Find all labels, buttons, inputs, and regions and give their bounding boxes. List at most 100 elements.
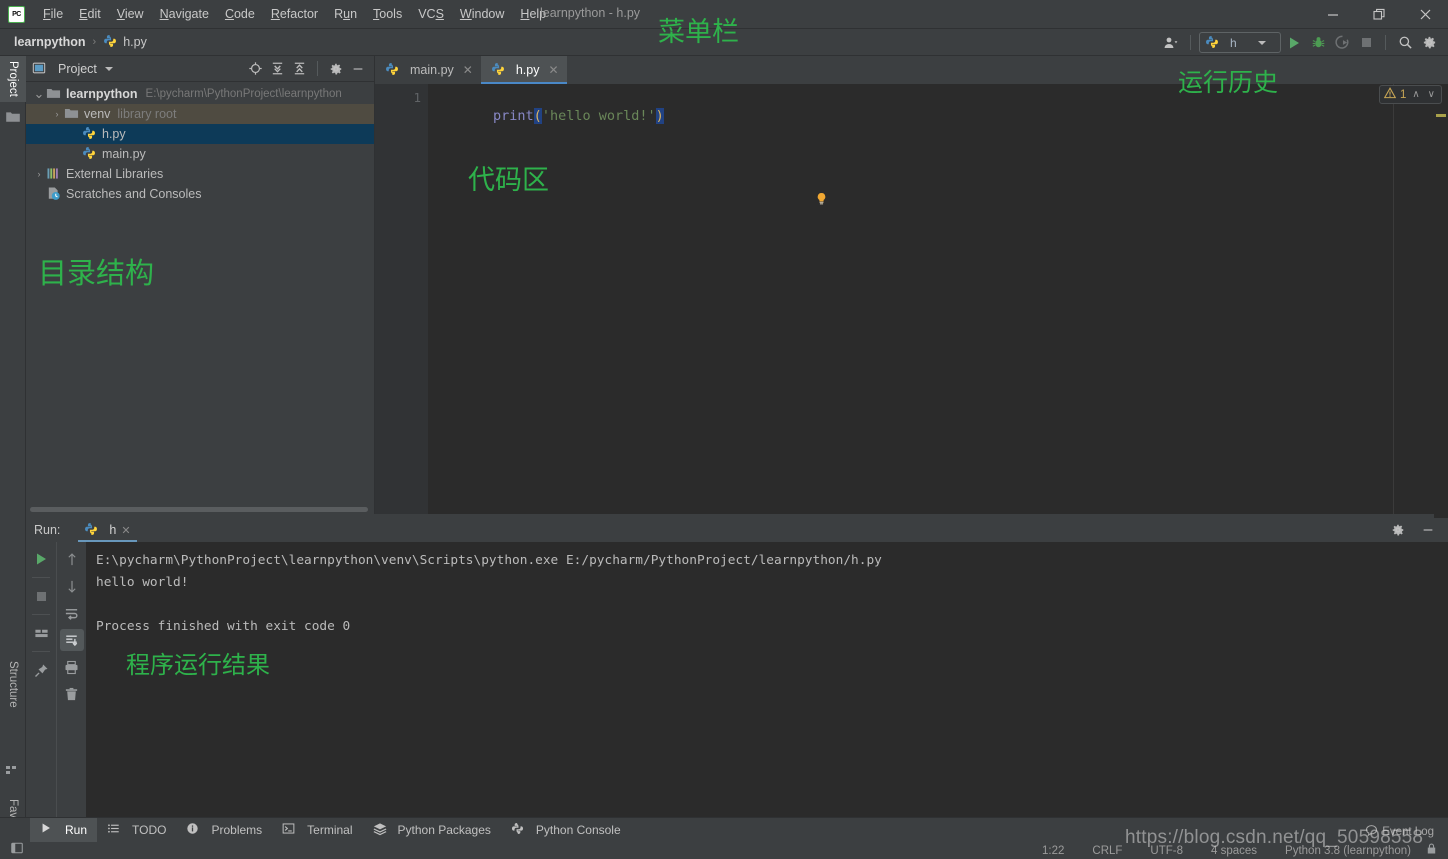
indent-setting[interactable]: 4 spaces bbox=[1211, 845, 1257, 857]
structure-icon[interactable] bbox=[5, 762, 21, 778]
scratches-icon bbox=[46, 186, 62, 202]
hide-panel-icon[interactable] bbox=[1416, 519, 1440, 541]
editor-tab-h-py[interactable]: h.py ✕ bbox=[481, 56, 567, 84]
project-panel-toolbar bbox=[245, 59, 368, 79]
tree-node-venv[interactable]: ›venvlibrary root bbox=[26, 104, 374, 124]
gear-icon[interactable] bbox=[325, 59, 346, 79]
sidebar-item-project[interactable]: Project bbox=[0, 56, 26, 102]
editor-error-stripe[interactable] bbox=[1434, 112, 1448, 542]
chevron-right-icon[interactable]: › bbox=[50, 109, 64, 119]
warning-stripe-marker[interactable] bbox=[1436, 114, 1446, 117]
close-icon[interactable]: ✕ bbox=[463, 63, 473, 77]
bottom-tab-terminal[interactable]: Terminal bbox=[272, 818, 362, 843]
inspection-widget[interactable]: 1 ∧ ∨ bbox=[1379, 85, 1442, 104]
chevron-down-icon[interactable] bbox=[105, 67, 113, 71]
scroll-up-icon[interactable] bbox=[60, 548, 84, 570]
tree-node-external-libraries[interactable]: ›External Libraries bbox=[26, 164, 374, 184]
scroll-down-icon[interactable] bbox=[60, 575, 84, 597]
tree-node-h-py[interactable]: h.py bbox=[26, 124, 374, 144]
menu-item-refactor[interactable]: Refactor bbox=[263, 3, 326, 25]
editor-tab-main-py[interactable]: main.py ✕ bbox=[375, 56, 481, 84]
toolbar-divider bbox=[32, 651, 50, 652]
print-icon[interactable] bbox=[60, 656, 84, 678]
hide-panel-icon[interactable] bbox=[347, 59, 368, 79]
close-button[interactable] bbox=[1402, 0, 1448, 29]
menu-item-run[interactable]: Run bbox=[326, 3, 365, 25]
menu-item-vcs[interactable]: VCS bbox=[410, 3, 452, 25]
tree-node-path: E:\pycharm\PythonProject\learnpython bbox=[146, 88, 342, 100]
menu-item-edit[interactable]: Edit bbox=[71, 3, 109, 25]
bottom-tab-todo[interactable]: TODO bbox=[97, 818, 176, 843]
python-file-icon bbox=[491, 62, 507, 78]
menu-item-window[interactable]: Window bbox=[452, 3, 512, 25]
expand-all-icon[interactable] bbox=[267, 59, 288, 79]
line-number-gutter: 1 bbox=[375, 84, 428, 514]
run-with-coverage-button[interactable] bbox=[1331, 32, 1353, 53]
maximize-restore-button[interactable] bbox=[1356, 0, 1402, 29]
project-panel-scrollbar[interactable] bbox=[26, 505, 375, 514]
minimize-button[interactable] bbox=[1310, 0, 1356, 29]
project-tree[interactable]: ⌄learnpythonE:\pycharm\PythonProject\lea… bbox=[26, 82, 374, 204]
run-tab-h[interactable]: h ✕ bbox=[78, 518, 136, 542]
chevron-right-icon[interactable]: › bbox=[32, 169, 46, 179]
sidebar-item-structure[interactable]: Structure bbox=[0, 656, 26, 713]
chevron-down-icon[interactable]: ∨ bbox=[1426, 89, 1437, 100]
editor-tab-label: h.py bbox=[516, 63, 540, 77]
hide-tool-windows-icon[interactable] bbox=[10, 841, 24, 859]
chevron-down-icon bbox=[1258, 41, 1266, 45]
console-output[interactable]: E:\pycharm\PythonProject\learnpython\ven… bbox=[86, 542, 1448, 817]
bottom-tab-python-packages[interactable]: Python Packages bbox=[363, 818, 501, 843]
status-bar-right: 1:22 CRLF UTF-8 4 spaces Python 3.8 (lea… bbox=[1028, 842, 1438, 859]
code-editor[interactable]: 1 print('hello world!') bbox=[375, 84, 1448, 514]
stop-icon[interactable] bbox=[29, 585, 53, 607]
menu-item-code[interactable]: Code bbox=[217, 3, 263, 25]
breadcrumb-project[interactable]: learnpython bbox=[14, 35, 86, 49]
run-configuration-selector[interactable]: h bbox=[1199, 32, 1281, 53]
lock-icon[interactable] bbox=[1425, 842, 1438, 859]
soft-wrap-icon[interactable] bbox=[60, 602, 84, 624]
intention-bulb-icon[interactable] bbox=[815, 192, 827, 204]
gear-icon[interactable] bbox=[1418, 32, 1440, 53]
tree-node-main-py[interactable]: main.py bbox=[26, 144, 374, 164]
pin-icon[interactable] bbox=[29, 659, 53, 681]
line-separator[interactable]: CRLF bbox=[1092, 845, 1122, 857]
folder-icon bbox=[46, 86, 62, 102]
folder-icon[interactable] bbox=[5, 109, 21, 125]
bottom-tab-problems[interactable]: Problems bbox=[176, 818, 272, 843]
bottom-tab-run[interactable]: Run bbox=[30, 818, 97, 843]
collapse-all-icon[interactable] bbox=[289, 59, 310, 79]
menu-item-view[interactable]: View bbox=[109, 3, 152, 25]
debug-button[interactable] bbox=[1307, 32, 1329, 53]
close-icon[interactable]: ✕ bbox=[121, 524, 130, 537]
panel-toolbar-divider bbox=[317, 61, 318, 76]
menu-item-navigate[interactable]: Navigate bbox=[152, 3, 217, 25]
event-log-button[interactable]: Event Log bbox=[1365, 824, 1434, 840]
chevron-down-icon[interactable]: ⌄ bbox=[32, 89, 46, 98]
bottom-tab-python-console[interactable]: Python Console bbox=[501, 818, 631, 843]
menu-item-tools[interactable]: Tools bbox=[365, 3, 410, 25]
caret-position[interactable]: 1:22 bbox=[1042, 845, 1064, 857]
account-button[interactable] bbox=[1160, 32, 1182, 53]
tree-node-learnpython[interactable]: ⌄learnpythonE:\pycharm\PythonProject\lea… bbox=[26, 84, 374, 104]
stop-button[interactable] bbox=[1355, 32, 1377, 53]
gear-icon[interactable] bbox=[1386, 519, 1410, 541]
rerun-icon[interactable] bbox=[29, 548, 53, 570]
search-icon[interactable] bbox=[1394, 32, 1416, 53]
file-encoding[interactable]: UTF-8 bbox=[1150, 845, 1183, 857]
run-button[interactable] bbox=[1283, 32, 1305, 53]
breadcrumb-file[interactable]: h.py bbox=[103, 34, 147, 50]
chevron-up-icon[interactable]: ∧ bbox=[1410, 89, 1421, 100]
scrollbar-thumb[interactable] bbox=[30, 507, 368, 512]
python-interpreter[interactable]: Python 3.8 (learnpython) bbox=[1285, 845, 1411, 857]
python-icon bbox=[84, 522, 100, 538]
scroll-to-end-icon[interactable] bbox=[60, 629, 84, 651]
select-opened-file-icon[interactable] bbox=[245, 59, 266, 79]
python-file-icon bbox=[385, 62, 401, 78]
tree-node-scratches-and-consoles[interactable]: Scratches and Consoles bbox=[26, 184, 374, 204]
event-log-label: Event Log bbox=[1382, 826, 1434, 838]
editor-tab-label: main.py bbox=[410, 63, 454, 77]
clear-all-icon[interactable] bbox=[60, 683, 84, 705]
layout-icon[interactable] bbox=[29, 622, 53, 644]
close-icon[interactable]: ✕ bbox=[548, 63, 558, 77]
menu-item-file[interactable]: File bbox=[35, 3, 71, 25]
